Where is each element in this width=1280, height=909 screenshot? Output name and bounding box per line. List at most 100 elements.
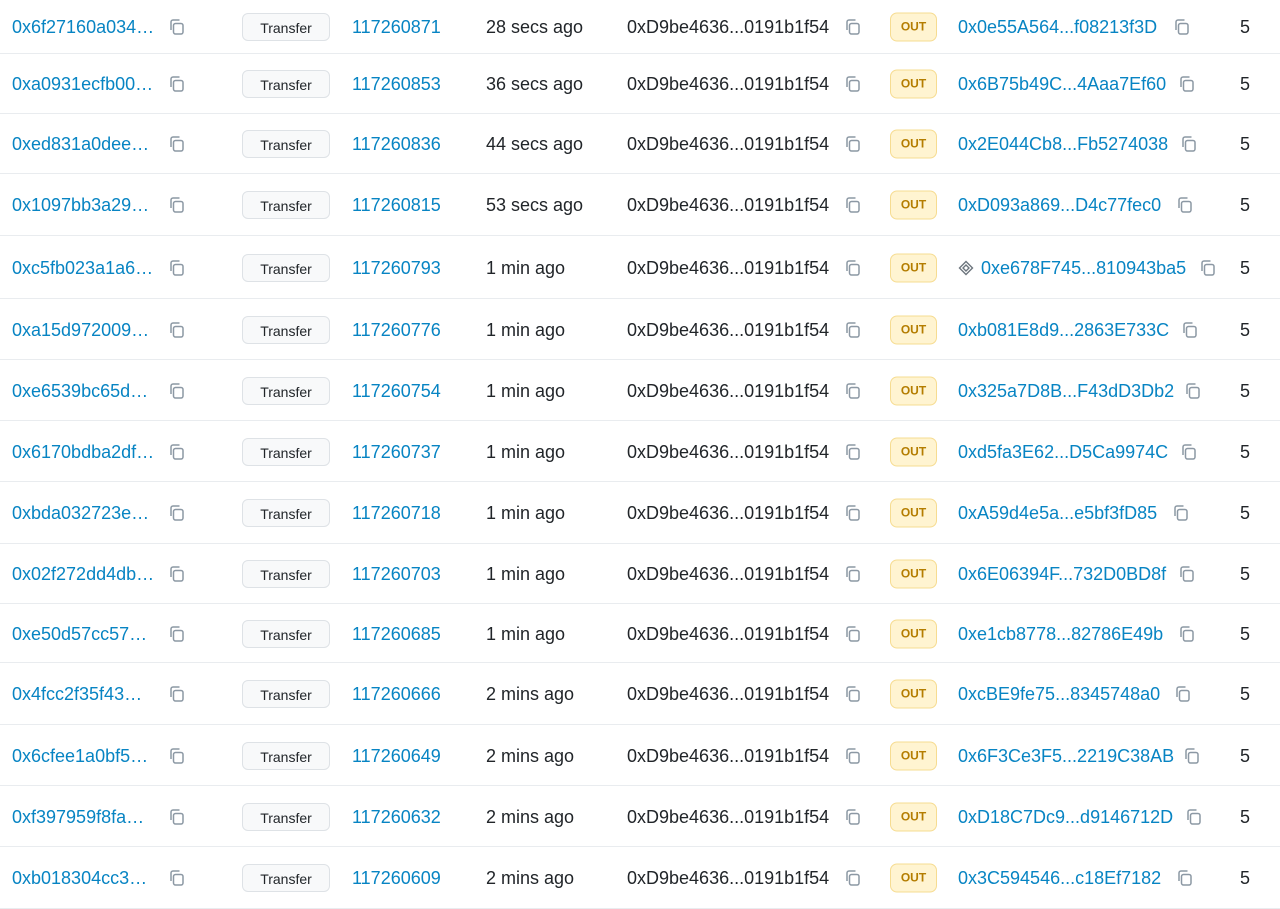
copy-from-icon[interactable] bbox=[844, 196, 862, 214]
to-address-link[interactable]: 0xD093a869...D4c77fec0 bbox=[958, 194, 1161, 216]
copy-from-icon[interactable] bbox=[844, 321, 862, 339]
copy-from-icon[interactable] bbox=[844, 135, 862, 153]
copy-from-icon[interactable] bbox=[844, 75, 862, 93]
to-address-link[interactable]: 0xD18C7Dc9...d9146712D bbox=[958, 806, 1173, 828]
to-address-link[interactable]: 0xd5fa3E62...D5Ca9974C bbox=[958, 441, 1168, 463]
from-address[interactable]: 0xD9be4636...0191b1f54 bbox=[627, 623, 829, 645]
copy-from-icon[interactable] bbox=[844, 747, 862, 765]
txn-hash-link[interactable]: 0xe6539bc65d… bbox=[12, 380, 148, 402]
copy-hash-icon[interactable] bbox=[168, 747, 186, 765]
txn-hash-link[interactable]: 0x6f27160a034… bbox=[12, 16, 154, 38]
from-address[interactable]: 0xD9be4636...0191b1f54 bbox=[627, 867, 829, 889]
copy-to-icon[interactable] bbox=[1180, 135, 1198, 153]
block-link[interactable]: 117260776 bbox=[352, 319, 441, 341]
to-address-link[interactable]: 0x6E06394F...732D0BD8f bbox=[958, 563, 1166, 585]
from-address[interactable]: 0xD9be4636...0191b1f54 bbox=[627, 133, 829, 155]
copy-from-icon[interactable] bbox=[844, 443, 862, 461]
from-address[interactable]: 0xD9be4636...0191b1f54 bbox=[627, 257, 829, 279]
block-link[interactable]: 117260836 bbox=[352, 133, 441, 155]
block-link[interactable]: 117260815 bbox=[352, 194, 441, 216]
txn-hash-link[interactable]: 0xc5fb023a1a6… bbox=[12, 257, 153, 279]
to-address-link[interactable]: 0x0e55A564...f08213f3D bbox=[958, 16, 1157, 38]
copy-hash-icon[interactable] bbox=[168, 869, 186, 887]
copy-from-icon[interactable] bbox=[844, 565, 862, 583]
copy-to-icon[interactable] bbox=[1173, 18, 1191, 36]
copy-hash-icon[interactable] bbox=[168, 259, 186, 277]
copy-from-icon[interactable] bbox=[844, 869, 862, 887]
copy-to-icon[interactable] bbox=[1176, 196, 1194, 214]
copy-from-icon[interactable] bbox=[844, 18, 862, 36]
copy-hash-icon[interactable] bbox=[168, 196, 186, 214]
from-address[interactable]: 0xD9be4636...0191b1f54 bbox=[627, 441, 829, 463]
to-address-link[interactable]: 0xe1cb8778...82786E49b bbox=[958, 623, 1163, 645]
copy-from-icon[interactable] bbox=[844, 685, 862, 703]
copy-from-icon[interactable] bbox=[844, 504, 862, 522]
to-address-link[interactable]: 0xb081E8d9...2863E733C bbox=[958, 319, 1169, 341]
copy-to-icon[interactable] bbox=[1172, 504, 1190, 522]
copy-hash-icon[interactable] bbox=[168, 808, 186, 826]
txn-hash-link[interactable]: 0x6cfee1a0bf5… bbox=[12, 745, 148, 767]
txn-hash-link[interactable]: 0xed831a0dee… bbox=[12, 133, 149, 155]
to-address-link[interactable]: 0xe678F745...810943ba5 bbox=[981, 257, 1186, 279]
from-address[interactable]: 0xD9be4636...0191b1f54 bbox=[627, 380, 829, 402]
from-address[interactable]: 0xD9be4636...0191b1f54 bbox=[627, 563, 829, 585]
copy-hash-icon[interactable] bbox=[168, 625, 186, 643]
txn-hash-link[interactable]: 0xa15d972009… bbox=[12, 319, 149, 341]
copy-to-icon[interactable] bbox=[1184, 382, 1202, 400]
from-address[interactable]: 0xD9be4636...0191b1f54 bbox=[627, 319, 829, 341]
copy-hash-icon[interactable] bbox=[168, 75, 186, 93]
copy-to-icon[interactable] bbox=[1180, 443, 1198, 461]
block-link[interactable]: 117260754 bbox=[352, 380, 441, 402]
copy-from-icon[interactable] bbox=[844, 625, 862, 643]
to-address-link[interactable]: 0x3C594546...c18Ef7182 bbox=[958, 867, 1161, 889]
txn-hash-link[interactable]: 0x6170bdba2df… bbox=[12, 441, 154, 463]
copy-hash-icon[interactable] bbox=[168, 504, 186, 522]
block-link[interactable]: 117260737 bbox=[352, 441, 441, 463]
copy-hash-icon[interactable] bbox=[168, 382, 186, 400]
from-address[interactable]: 0xD9be4636...0191b1f54 bbox=[627, 502, 829, 524]
copy-hash-icon[interactable] bbox=[168, 18, 186, 36]
copy-hash-icon[interactable] bbox=[168, 565, 186, 583]
copy-hash-icon[interactable] bbox=[168, 685, 186, 703]
copy-to-icon[interactable] bbox=[1174, 685, 1192, 703]
from-address[interactable]: 0xD9be4636...0191b1f54 bbox=[627, 745, 829, 767]
block-link[interactable]: 117260793 bbox=[352, 257, 441, 279]
block-link[interactable]: 117260649 bbox=[352, 745, 441, 767]
to-address-link[interactable]: 0xA59d4e5a...e5bf3fD85 bbox=[958, 502, 1157, 524]
copy-hash-icon[interactable] bbox=[168, 443, 186, 461]
copy-to-icon[interactable] bbox=[1176, 869, 1194, 887]
from-address[interactable]: 0xD9be4636...0191b1f54 bbox=[627, 194, 829, 216]
block-link[interactable]: 117260685 bbox=[352, 623, 441, 645]
from-address[interactable]: 0xD9be4636...0191b1f54 bbox=[627, 806, 829, 828]
copy-hash-icon[interactable] bbox=[168, 321, 186, 339]
block-link[interactable]: 117260632 bbox=[352, 806, 441, 828]
block-link[interactable]: 117260609 bbox=[352, 867, 441, 889]
copy-to-icon[interactable] bbox=[1178, 565, 1196, 583]
from-address[interactable]: 0xD9be4636...0191b1f54 bbox=[627, 16, 829, 38]
txn-hash-link[interactable]: 0xb018304cc3… bbox=[12, 867, 147, 889]
txn-hash-link[interactable]: 0xe50d57cc57… bbox=[12, 623, 147, 645]
copy-to-icon[interactable] bbox=[1181, 321, 1199, 339]
copy-to-icon[interactable] bbox=[1183, 747, 1201, 765]
txn-hash-link[interactable]: 0x02f272dd4db… bbox=[12, 563, 154, 585]
to-address-link[interactable]: 0x6F3Ce3F5...2219C38AB bbox=[958, 745, 1174, 767]
block-link[interactable]: 117260703 bbox=[352, 563, 441, 585]
copy-to-icon[interactable] bbox=[1178, 75, 1196, 93]
block-link[interactable]: 117260666 bbox=[352, 683, 441, 705]
block-link[interactable]: 117260718 bbox=[352, 502, 441, 524]
copy-from-icon[interactable] bbox=[844, 808, 862, 826]
to-address-link[interactable]: 0x2E044Cb8...Fb5274038 bbox=[958, 133, 1168, 155]
copy-from-icon[interactable] bbox=[844, 259, 862, 277]
copy-to-icon[interactable] bbox=[1199, 259, 1217, 277]
txn-hash-link[interactable]: 0xa0931ecfb00… bbox=[12, 73, 153, 95]
from-address[interactable]: 0xD9be4636...0191b1f54 bbox=[627, 683, 829, 705]
txn-hash-link[interactable]: 0xf397959f8fa… bbox=[12, 806, 144, 828]
txn-hash-link[interactable]: 0xbda032723e… bbox=[12, 502, 149, 524]
to-address-link[interactable]: 0x6B75b49C...4Aaa7Ef60 bbox=[958, 73, 1166, 95]
copy-from-icon[interactable] bbox=[844, 382, 862, 400]
copy-to-icon[interactable] bbox=[1185, 808, 1203, 826]
to-address-link[interactable]: 0xcBE9fe75...8345748a0 bbox=[958, 683, 1160, 705]
txn-hash-link[interactable]: 0x4fcc2f35f43… bbox=[12, 683, 142, 705]
to-address-link[interactable]: 0x325a7D8B...F43dD3Db2 bbox=[958, 380, 1174, 402]
copy-to-icon[interactable] bbox=[1178, 625, 1196, 643]
